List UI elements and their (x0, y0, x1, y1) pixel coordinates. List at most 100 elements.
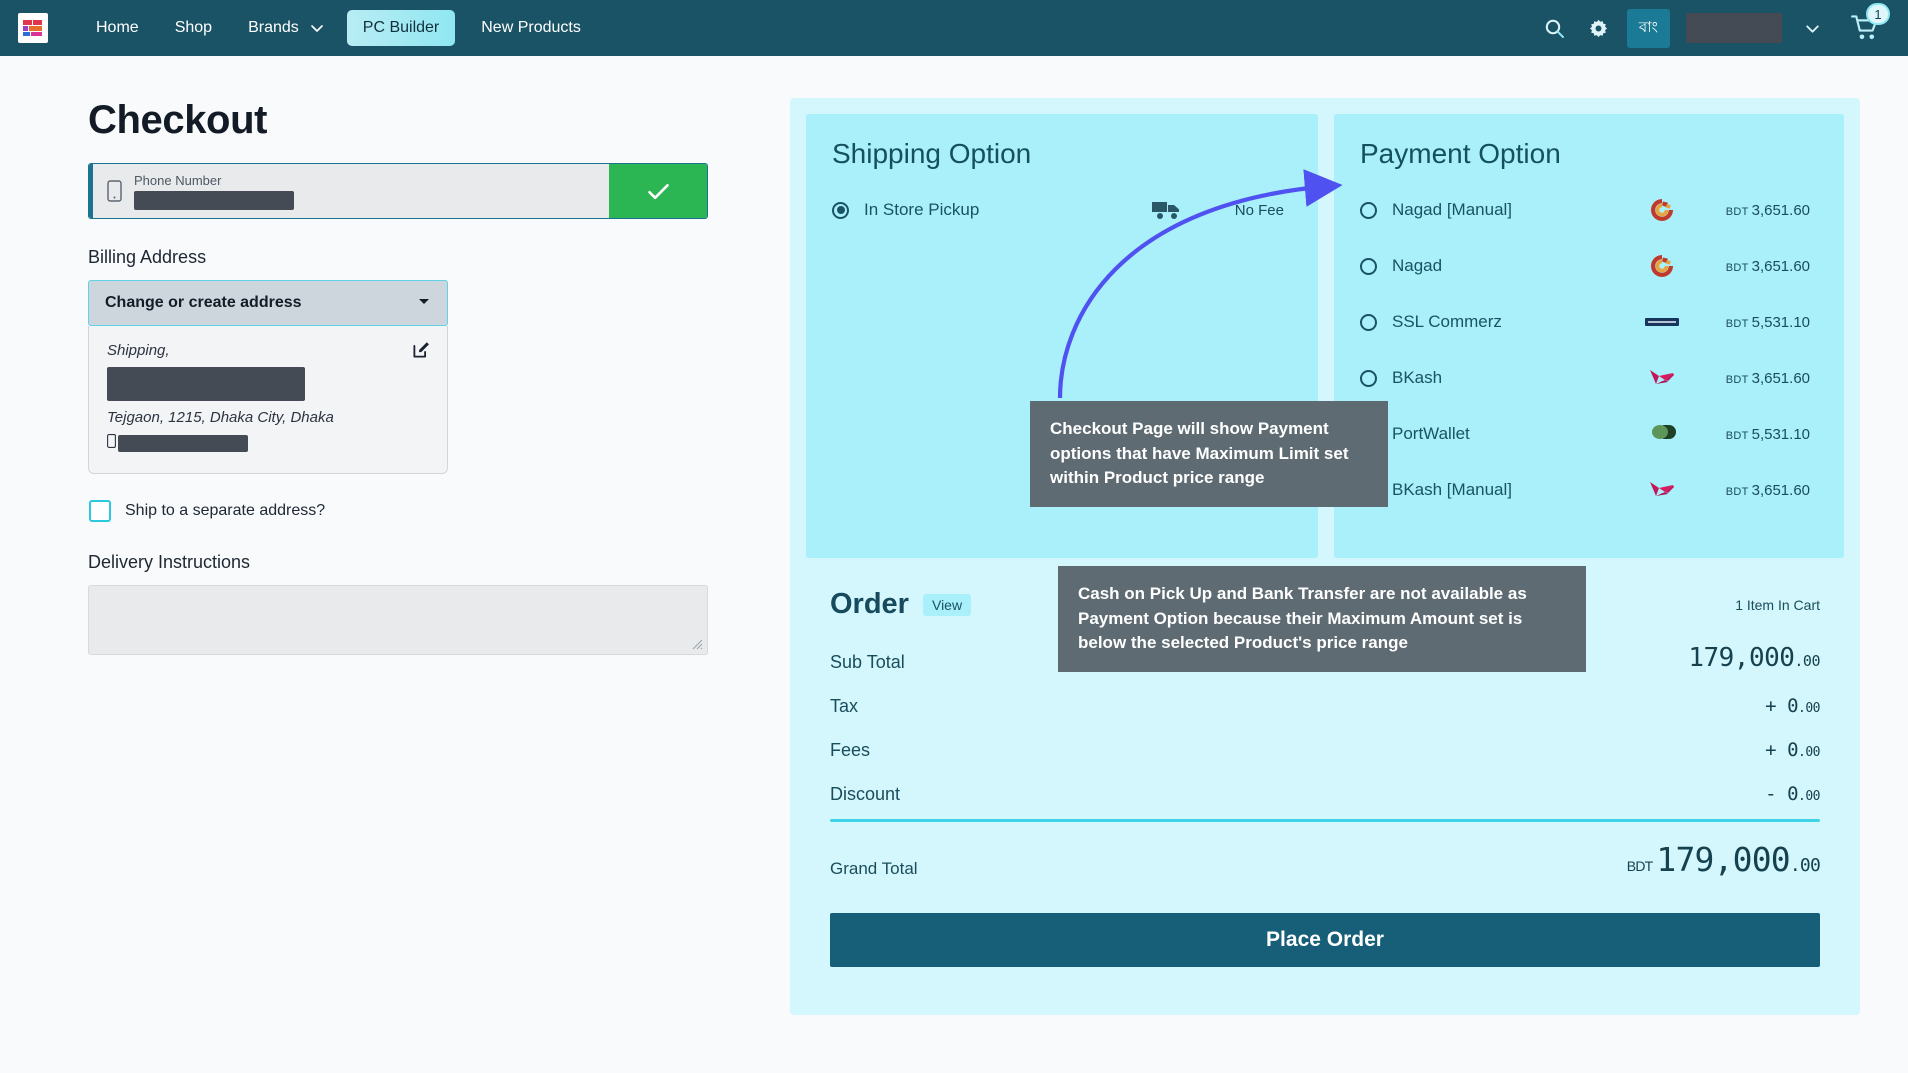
payment-option-amount: BDT 3,651.60 (1725, 201, 1810, 219)
shipping-option-title: Shipping Option (832, 138, 1032, 169)
payment-option-label: SSL Commerz (1392, 312, 1502, 331)
annotation-callout-unavailable-methods: Cash on Pick Up and Bank Transfer are no… (1058, 566, 1586, 672)
address-select-label: Change or create address (105, 294, 302, 311)
payment-option-amount: BDT 5,531.10 (1725, 425, 1810, 443)
nav-item-new-products[interactable]: New Products (463, 0, 599, 56)
bkash-icon (1640, 477, 1684, 503)
order-row-fees: Fees + 0.00 (830, 739, 1820, 761)
resize-grip-icon[interactable] (692, 639, 704, 651)
page-title: Checkout (88, 98, 268, 142)
user-account-name[interactable] (1686, 13, 1782, 43)
order-row-label: Tax (830, 696, 859, 716)
payment-option-portwallet[interactable]: PortWallet BDT 5,531.10 (1360, 416, 1818, 452)
nav-item-home[interactable]: Home (78, 0, 157, 56)
mobile-phone-icon (107, 434, 116, 453)
payment-option-amount: BDT 3,651.60 (1725, 369, 1810, 387)
payment-option-nagad[interactable]: Nagad BDT 3,651.60 (1360, 248, 1818, 284)
order-row-value: + 0.00 (1765, 695, 1820, 717)
grand-total-value: BDT 179,000.00 (1626, 840, 1821, 879)
address-type-label: Shipping, (107, 342, 170, 359)
view-order-button[interactable]: View (922, 593, 972, 616)
delivery-instructions-heading: Delivery Instructions (88, 552, 251, 572)
nagad-icon (1640, 196, 1684, 224)
phone-number-value[interactable] (134, 190, 294, 210)
address-phone-value (118, 435, 248, 452)
address-phone-row (107, 434, 429, 453)
payment-option-amount: BDT 3,651.60 (1725, 257, 1810, 275)
payment-option-panel: Payment Option Nagad [Manual] BDT 3,651.6… (1334, 114, 1844, 558)
nav-links: Home Shop Brands PC Builder New Products (78, 0, 599, 56)
radio-icon[interactable] (832, 201, 849, 219)
payment-option-nagad-manual[interactable]: Nagad [Manual] BDT 3,651.60 (1360, 192, 1818, 228)
top-navbar: Home Shop Brands PC Builder New Products… (0, 0, 1908, 56)
payment-option-label: Nagad (1392, 256, 1443, 275)
language-toggle[interactable]: বাং (1626, 8, 1670, 48)
cart-button[interactable]: 1 (1842, 0, 1890, 56)
billing-address-heading: Billing Address (88, 247, 207, 267)
page-body: Checkout Phone Number Billing Address Ch… (0, 56, 1908, 1015)
place-order-button[interactable]: Place Order (830, 913, 1820, 967)
truck-icon (1146, 198, 1190, 222)
shipping-option-in-store-pickup[interactable]: In Store Pickup No Fee (832, 192, 1292, 228)
radio-icon[interactable] (1360, 201, 1377, 219)
radio-icon[interactable] (1360, 257, 1377, 275)
order-title: Order (830, 588, 909, 620)
sslcommerz-icon (1640, 316, 1684, 328)
order-row-label: Sub Total (830, 652, 905, 672)
saved-address-card: Shipping, Tejgaon, 1215, Dhaka City, Dha… (88, 326, 448, 474)
bkash-icon (1640, 365, 1684, 391)
radio-icon[interactable] (1360, 313, 1377, 331)
order-row-label: Fees (830, 740, 871, 760)
payment-option-amount: BDT 3,651.60 (1725, 481, 1810, 499)
mobile-phone-icon (107, 180, 122, 202)
logo-glyph (23, 20, 42, 36)
delivery-instructions-textarea[interactable] (88, 585, 708, 655)
order-panel: Shipping Option In Store Pickup No Fee P… (790, 98, 1860, 1015)
ship-separate-label: Ship to a separate address? (125, 502, 326, 519)
order-row-value: + 0.00 (1765, 739, 1820, 761)
ship-separate-checkbox[interactable] (89, 500, 111, 522)
chevron-down-icon[interactable] (305, 20, 339, 36)
ship-separate-address-row[interactable]: Ship to a separate address? (89, 500, 790, 522)
order-row-tax: Tax + 0.00 (830, 695, 1820, 717)
phone-number-input[interactable]: Phone Number (89, 164, 609, 218)
payment-option-bkash[interactable]: BKash BDT 3,651.60 (1360, 360, 1818, 396)
phone-number-label: Phone Number (134, 172, 222, 188)
address-select-dropdown[interactable]: Change or create address (88, 280, 448, 326)
edit-address-icon[interactable] (412, 340, 431, 364)
account-chevron-down-icon[interactable] (1790, 0, 1834, 56)
payment-option-title: Payment Option (1360, 138, 1561, 169)
checkout-left-column: Checkout Phone Number Billing Address Ch… (0, 98, 790, 1015)
phone-confirm-button[interactable] (609, 164, 707, 218)
order-row-label: Discount (830, 784, 901, 804)
site-logo[interactable] (18, 13, 48, 43)
address-recipient-name (107, 367, 305, 401)
order-row-value: - 0.00 (1765, 783, 1820, 805)
shipping-option-label: In Store Pickup (864, 200, 980, 219)
gear-icon[interactable] (1577, 0, 1621, 56)
payment-option-amount: BDT 5,531.10 (1725, 313, 1810, 331)
nagad-icon (1640, 252, 1684, 280)
annotation-callout-payment-limit: Checkout Page will show Payment options … (1030, 401, 1388, 507)
nav-item-shop[interactable]: Shop (157, 0, 230, 56)
grand-total-label: Grand Total (830, 859, 918, 878)
search-icon[interactable] (1533, 0, 1577, 56)
payment-option-label: Nagad [Manual] (1392, 200, 1513, 219)
checkout-right-column: Shipping Option In Store Pickup No Fee P… (790, 98, 1908, 1015)
portwallet-icon (1640, 421, 1684, 447)
nav-item-pc-builder[interactable]: PC Builder (346, 10, 456, 46)
order-title-group: Order View (830, 588, 972, 621)
payment-option-label: PortWallet (1392, 424, 1470, 443)
radio-icon[interactable] (1360, 369, 1377, 387)
order-divider (830, 819, 1820, 822)
nav-item-brands[interactable]: Brands (230, 0, 305, 56)
chevron-down-icon (417, 294, 431, 313)
address-location-line: Tejgaon, 1215, Dhaka City, Dhaka (107, 409, 334, 426)
phone-number-row: Phone Number (88, 163, 708, 219)
cart-item-count: 1 Item In Cart (1735, 596, 1820, 613)
payment-option-label: BKash [Manual] (1392, 480, 1513, 499)
order-row-discount: Discount - 0.00 (830, 783, 1820, 805)
payment-option-bkash-manual[interactable]: BKash [Manual] BDT 3,651.60 (1360, 472, 1818, 508)
payment-option-ssl-commerz[interactable]: SSL Commerz BDT 5,531.10 (1360, 304, 1818, 340)
payment-option-label: BKash (1392, 368, 1443, 387)
